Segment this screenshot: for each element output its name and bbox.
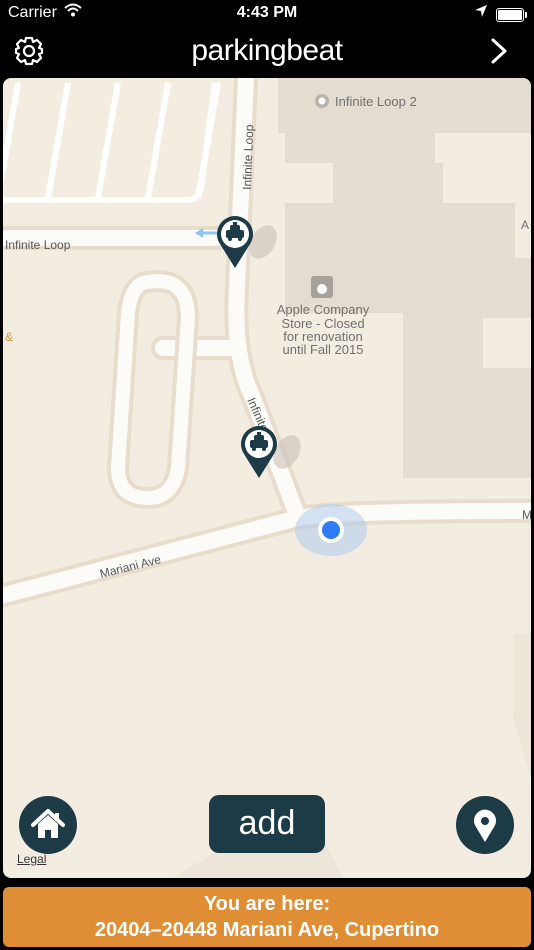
current-address-banner[interactable]: You are here: 20404–20448 Mariani Ave, C… [3,887,531,947]
current-location-button[interactable] [456,796,514,854]
address-heading: You are here: [203,893,331,915]
add-button[interactable]: add [209,795,325,853]
label-road-infinite-loop-horizontal: Infinite Loop [5,238,71,252]
logo-text-prefix: parking [191,34,287,67]
location-services-icon [474,4,488,23]
label-road-infinite-loop-vertical: Infinite Loop [240,124,256,190]
app-logo: parkingbeat [0,34,534,68]
user-location-dot [295,504,367,556]
nav-bar: parkingbeat [0,28,534,76]
map-view[interactable]: Infinite Loop 2 Infinite Loop Infinite L… [3,78,531,878]
parking-lot [3,82,221,203]
status-bar: Carrier 4:43 PM [0,0,534,28]
location-pin-icon [474,809,496,842]
battery-icon [496,8,527,22]
logo-text-suffix: beat [286,34,343,67]
label-edge-amp: & [5,330,13,344]
home-icon [31,809,65,838]
apple-logo-icon [311,276,333,298]
chevron-right-icon[interactable] [486,34,512,68]
label-apple-store-line4: until Fall 2015 [283,342,364,357]
home-button[interactable] [19,796,77,854]
address-text: 20404–20448 Mariani Ave, Cupertino [94,919,440,941]
status-time: 4:43 PM [236,4,298,21]
label-edge-m: M [522,508,531,522]
label-edge-a: A [521,218,529,232]
label-apple-store-line1: Apple Company [277,302,370,317]
legal-link[interactable]: Legal [17,852,46,866]
label-infinite-loop-2: Infinite Loop 2 [335,94,417,109]
